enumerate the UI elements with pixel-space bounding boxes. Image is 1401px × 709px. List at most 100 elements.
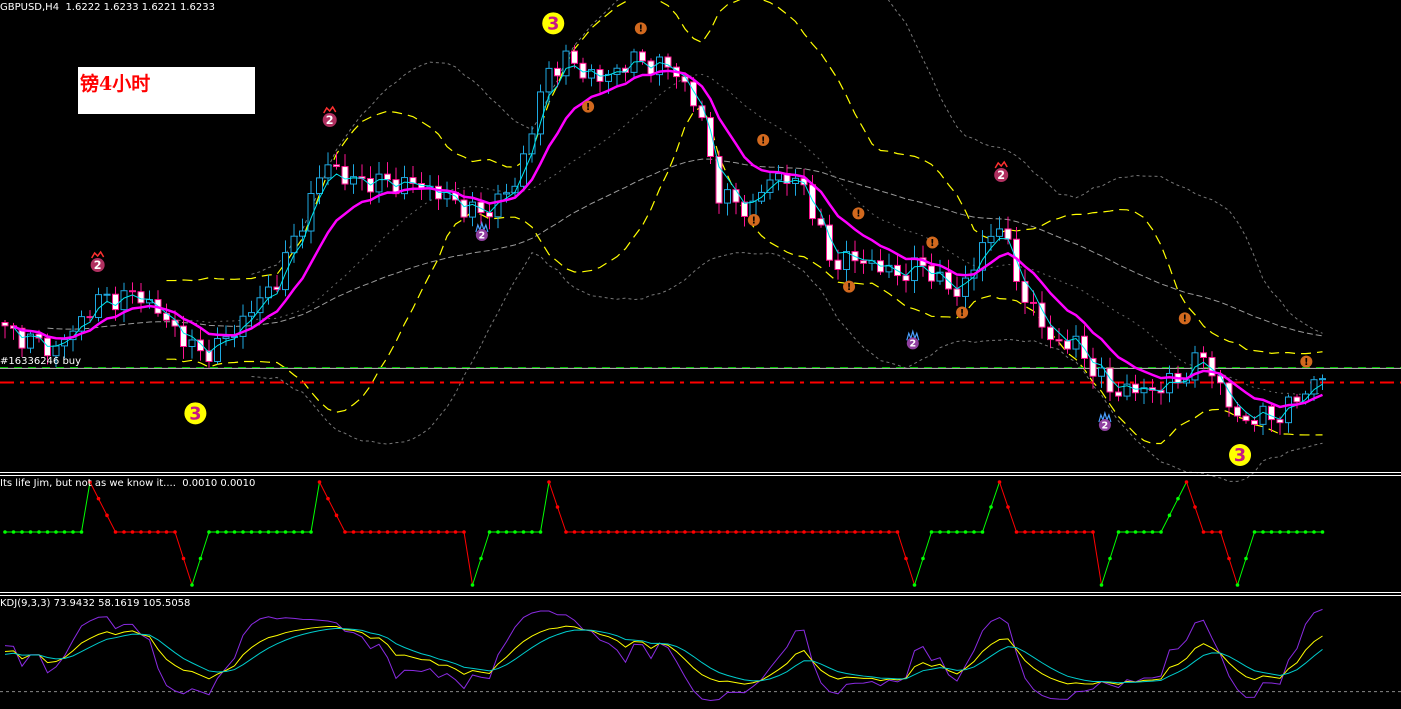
bear-candle	[860, 260, 867, 264]
bear-candle	[1038, 302, 1046, 328]
step-dot	[156, 530, 160, 534]
step-dot	[198, 556, 203, 561]
step-dot	[1193, 505, 1197, 509]
kdj-k-line	[4, 625, 1323, 685]
step-dot	[334, 513, 339, 518]
step-dot	[275, 530, 279, 534]
step-dot	[139, 530, 143, 534]
step-dot	[258, 530, 262, 534]
step-line-segment	[1092, 531, 1102, 586]
step-dot	[895, 530, 900, 534]
bear-candle	[384, 173, 391, 181]
step-dot	[62, 530, 67, 534]
step-dot	[980, 530, 985, 534]
step-dot	[1023, 530, 1027, 534]
step-dot	[530, 530, 534, 534]
step-dot	[1150, 530, 1155, 534]
sell-signal-label: 2	[997, 169, 1005, 182]
bear-candle	[1, 322, 9, 327]
bear-candle	[834, 259, 842, 270]
order-label: #16336246 buy	[0, 356, 82, 367]
bear-candle	[1276, 419, 1284, 424]
bear-candle	[341, 166, 349, 185]
three-signal-label: 3	[1234, 446, 1246, 466]
step-dot	[1261, 530, 1265, 534]
alert-signal-label: !	[586, 102, 590, 113]
bull-candle	[222, 336, 230, 340]
step-dot	[1210, 530, 1214, 534]
alert-signal-label: !	[1304, 357, 1308, 368]
step-dot	[836, 530, 840, 534]
step-dot	[1125, 530, 1129, 534]
title-box: 镑4小时	[78, 67, 255, 114]
step-dot	[360, 530, 364, 534]
bear-candle	[1242, 415, 1250, 422]
step-dot	[700, 530, 704, 534]
kdj-j-line	[4, 608, 1323, 701]
step-dot	[691, 530, 696, 534]
step-dot	[887, 530, 891, 534]
bull-candle	[1319, 378, 1326, 381]
bear-candle	[129, 290, 136, 293]
bear-candle	[1081, 335, 1088, 359]
bear-candle	[1115, 391, 1122, 397]
bear-candle	[1047, 326, 1054, 341]
step-dot	[615, 530, 619, 534]
step-dot	[300, 530, 305, 534]
step-dot	[1159, 530, 1163, 534]
step-dot	[453, 530, 458, 534]
bear-candle	[902, 275, 910, 282]
step-dot	[54, 530, 58, 534]
bull-candle	[188, 339, 196, 348]
alert-signal-label: !	[856, 209, 860, 220]
step-dot	[487, 530, 492, 534]
bear-candle	[1268, 405, 1275, 421]
alert-signal-label: !	[960, 308, 964, 319]
step-dot	[878, 530, 883, 534]
step-dot	[394, 530, 398, 534]
step-line-segment	[1160, 481, 1187, 533]
step-dot	[28, 530, 33, 534]
step-dot	[725, 530, 730, 534]
step-dot	[734, 530, 738, 534]
step-dot	[555, 505, 560, 509]
chart-header: GBPUSD,H4 1.6222 1.6233 1.6221 1.6233	[0, 2, 215, 13]
step-dot	[249, 530, 254, 534]
step-dot	[1108, 556, 1112, 561]
step-dot	[1235, 583, 1240, 587]
step-dot	[1218, 530, 1223, 534]
bull-candle	[545, 67, 553, 93]
step-line-segment	[463, 531, 473, 586]
step-dot	[538, 530, 543, 534]
step-dot	[989, 505, 993, 509]
three-signal-label: 3	[189, 404, 201, 424]
step-dot	[11, 530, 16, 534]
kdj-label: KDJ(9,3,3) 73.9432 58.1619 105.5058	[0, 598, 191, 609]
alert-signal-label: !	[639, 24, 643, 35]
step-line-segment	[310, 481, 320, 533]
flame-icon	[994, 160, 1008, 169]
title-text: 镑4小时	[80, 73, 151, 95]
bear-candle	[1106, 367, 1114, 393]
step-dot	[377, 530, 381, 534]
sell-signal-label: 2	[326, 114, 334, 127]
bull-candle	[265, 286, 272, 299]
step-dot	[3, 530, 7, 534]
bear-candle	[1089, 357, 1097, 377]
kdj-d-line	[4, 627, 1323, 684]
bear-candle	[554, 67, 561, 77]
panel-separator[interactable]	[0, 472, 1401, 473]
step-dot	[45, 530, 50, 534]
step-dot	[929, 530, 934, 534]
bear-candle	[571, 50, 578, 64]
step-dot	[657, 530, 662, 534]
alert-signal-label: !	[930, 238, 934, 249]
step-dot	[632, 530, 636, 534]
panel-separator[interactable]	[0, 592, 1401, 593]
step-dot	[1074, 530, 1078, 534]
bear-candle	[1030, 301, 1037, 304]
step-dot	[793, 530, 798, 534]
step-dot	[861, 530, 866, 534]
step-dot	[521, 530, 526, 534]
bear-candle	[953, 288, 961, 297]
